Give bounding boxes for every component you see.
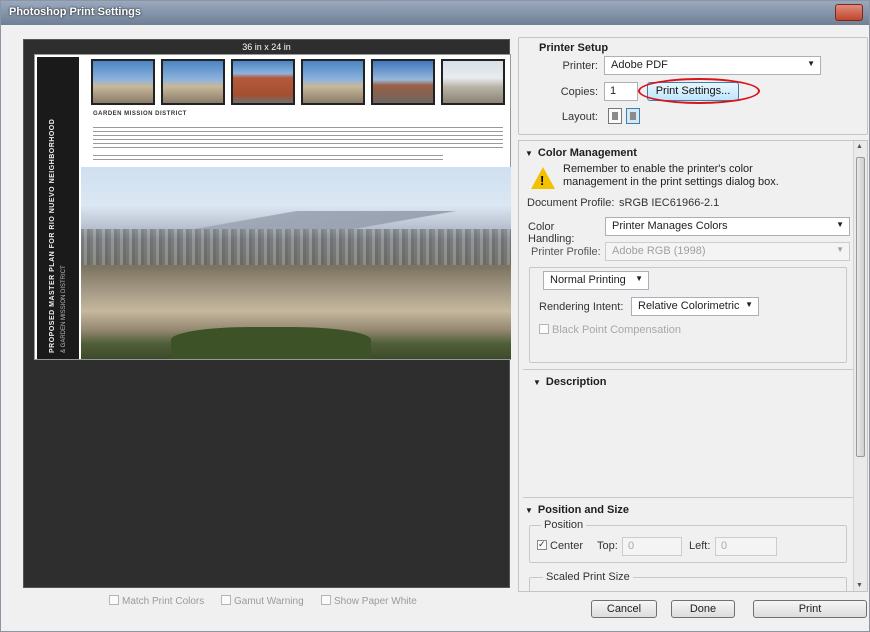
chevron-down-icon: ▼ — [745, 300, 753, 309]
scaled-print-size-title: Scaled Print Size — [543, 571, 633, 583]
thumbnail-photo — [91, 59, 155, 105]
position-size-header[interactable]: ▼ Position and Size — [525, 504, 629, 516]
left-label: Left: — [689, 540, 711, 552]
window-title: Photoshop Print Settings — [9, 6, 141, 18]
thumbnail-photo — [301, 59, 365, 105]
rendering-intent-value: Relative Colorimetric — [638, 300, 740, 312]
rendering-intent-dropdown[interactable]: Relative Colorimetric ▼ — [631, 297, 759, 316]
body-text-block — [93, 127, 503, 149]
show-paper-white-label: Show Paper White — [334, 596, 417, 607]
thumbnail-photo — [441, 59, 505, 105]
chevron-down-icon: ▼ — [635, 274, 643, 283]
color-handling-label: Color Handling: — [528, 221, 575, 245]
print-button[interactable]: Print — [753, 600, 867, 618]
title-bar[interactable]: Photoshop Print Settings — [1, 1, 869, 25]
done-button[interactable]: Done — [671, 600, 735, 618]
printer-profile-dropdown[interactable]: Adobe RGB (1998) ▼ — [605, 242, 850, 261]
copies-input[interactable]: 1 — [604, 82, 638, 101]
checkbox-box[interactable] — [537, 540, 547, 550]
checkbox-box[interactable] — [539, 324, 549, 334]
top-label: Top: — [597, 540, 618, 552]
thumbnail-strip — [89, 59, 509, 107]
chevron-down-icon: ▼ — [807, 59, 815, 68]
checkbox-box[interactable] — [221, 595, 231, 605]
thumbnail-photo — [231, 59, 295, 105]
color-management-warning: Remember to enable the printer's color m… — [563, 163, 779, 188]
scroll-up-icon[interactable]: ▲ — [856, 143, 863, 150]
checkbox-box[interactable] — [321, 595, 331, 605]
collapse-triangle-icon: ▼ — [533, 378, 541, 387]
color-management-header[interactable]: ▼ Color Management — [525, 147, 637, 159]
printing-mode-value: Normal Printing — [550, 274, 626, 286]
layout-label: Layout: — [561, 111, 598, 123]
show-paper-white-checkbox[interactable]: Show Paper White — [321, 595, 417, 607]
mountain-range — [81, 211, 511, 229]
panorama-photo — [81, 167, 511, 359]
black-point-checkbox[interactable]: Black Point Compensation — [539, 324, 681, 336]
description-header[interactable]: ▼ Description — [533, 376, 606, 388]
match-print-colors-checkbox[interactable]: Match Print Colors — [109, 595, 204, 607]
printer-profile-value: Adobe RGB (1998) — [612, 245, 706, 257]
preview-page[interactable]: PROPOSED MASTER PLAN FOR RIO NUEVO NEIGH… — [34, 54, 511, 360]
chevron-down-icon: ▼ — [836, 245, 844, 254]
divider — [523, 497, 853, 498]
portrait-layout-icon[interactable] — [608, 108, 622, 124]
collapse-triangle-icon: ▼ — [525, 149, 533, 158]
printer-profile-label: Printer Profile: — [531, 246, 601, 258]
landscape-layout-icon[interactable] — [626, 108, 640, 124]
cityscape — [81, 229, 511, 265]
center-label: Center — [550, 540, 584, 552]
printer-setup-title: Printer Setup — [539, 42, 609, 54]
match-print-colors-label: Match Print Colors — [122, 596, 205, 607]
black-point-label: Black Point Compensation — [552, 324, 682, 336]
printer-label: Printer: — [562, 60, 598, 72]
printer-value: Adobe PDF — [611, 59, 668, 71]
body-text-block — [93, 155, 443, 163]
paper-size-label: 36 in x 24 in — [242, 42, 291, 52]
chevron-down-icon: ▼ — [836, 220, 844, 229]
page-heading: GARDEN MISSION DISTRICT — [93, 111, 187, 117]
center-checkbox[interactable]: Center — [537, 540, 583, 552]
vertical-scrollbar[interactable]: ▲ ▼ — [853, 141, 867, 591]
settings-scroll-panel[interactable]: ▼ Color Management Remember to enable the… — [518, 140, 868, 592]
foreground-brush — [171, 327, 371, 359]
vertical-title: PROPOSED MASTER PLAN FOR RIO NUEVO NEIGH… — [49, 118, 56, 353]
print-preview: 36 in x 24 in PROPOSED MASTER PLAN FOR R… — [23, 39, 511, 588]
scrollbar-thumb[interactable] — [856, 157, 865, 457]
color-handling-dropdown[interactable]: Printer Manages Colors ▼ — [605, 217, 850, 236]
position-group-title: Position — [541, 519, 587, 531]
gamut-warning-label: Gamut Warning — [234, 596, 304, 607]
left-input[interactable]: 0 — [715, 537, 777, 556]
printing-mode-dropdown[interactable]: Normal Printing ▼ — [543, 271, 649, 290]
divider — [523, 369, 853, 370]
checkbox-box[interactable] — [109, 595, 119, 605]
warning-icon — [531, 167, 555, 189]
thumbnail-photo — [161, 59, 225, 105]
close-button[interactable] — [835, 4, 863, 21]
cancel-button[interactable]: Cancel — [591, 600, 657, 618]
position-size-title: Position and Size — [537, 504, 629, 516]
scroll-down-icon[interactable]: ▼ — [856, 582, 863, 589]
description-title: Description — [545, 376, 607, 388]
highlight-annotation — [638, 78, 760, 104]
vertical-title-band: PROPOSED MASTER PLAN FOR RIO NUEVO NEIGH… — [37, 57, 79, 359]
rendering-intent-label: Rendering Intent: — [539, 301, 624, 313]
color-management-title: Color Management — [537, 147, 637, 159]
print-settings-dialog: Photoshop Print Settings 36 in x 24 in P… — [0, 0, 870, 632]
copies-label: Copies: — [560, 86, 598, 98]
document-profile-label: Document Profile: — [527, 197, 615, 209]
vertical-subtitle: & GARDEN MISSION DISTRICT — [61, 265, 67, 353]
document-profile-value: sRGB IEC61966-2.1 — [619, 197, 720, 209]
gamut-warning-checkbox[interactable]: Gamut Warning — [221, 595, 304, 607]
collapse-triangle-icon: ▼ — [525, 506, 533, 515]
thumbnail-photo — [371, 59, 435, 105]
color-handling-value: Printer Manages Colors — [612, 220, 728, 232]
top-input[interactable]: 0 — [622, 537, 682, 556]
printer-dropdown[interactable]: Adobe PDF ▼ — [604, 56, 821, 75]
